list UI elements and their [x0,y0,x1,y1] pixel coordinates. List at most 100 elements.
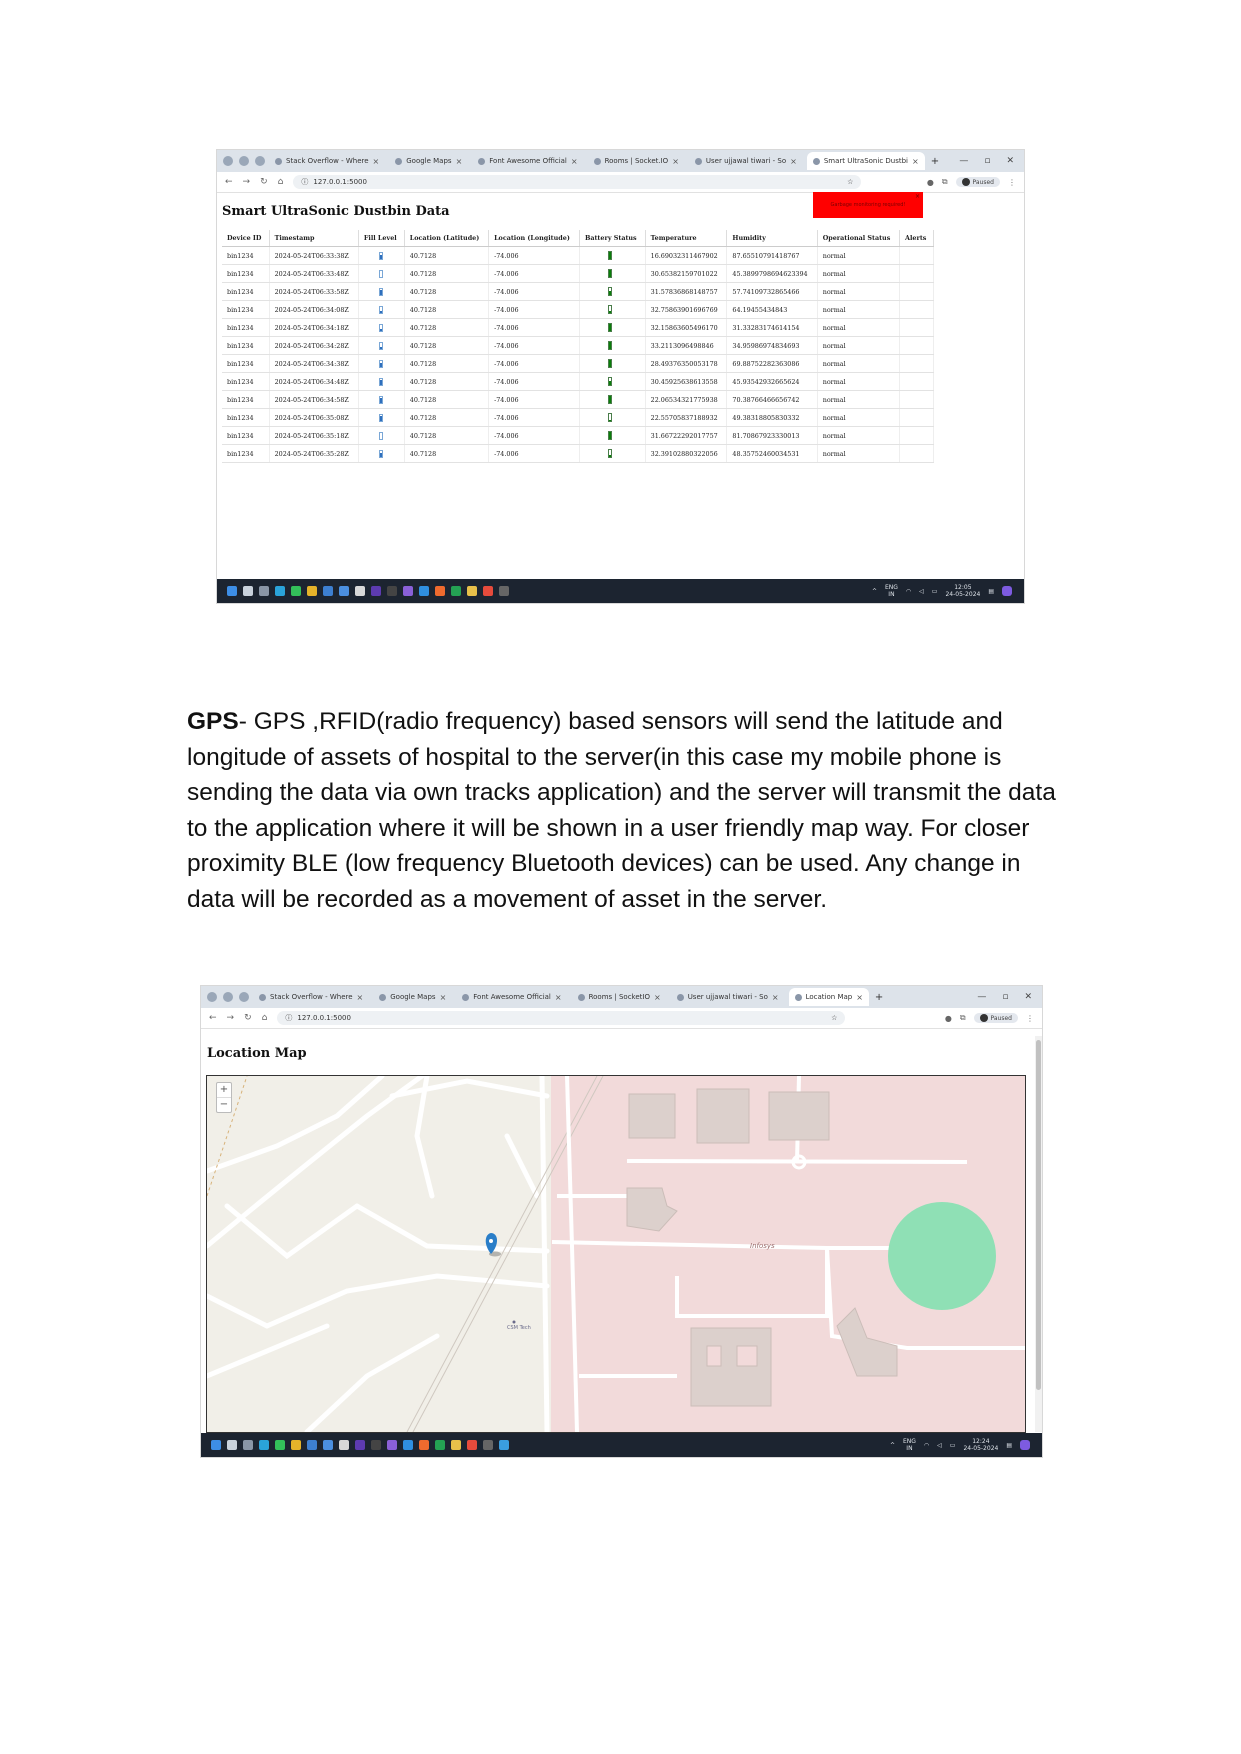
home-icon[interactable]: ⌂ [278,177,284,187]
copilot-icon[interactable] [1002,586,1012,596]
file-explorer-icon[interactable] [467,586,477,596]
tab-search-icon[interactable] [223,156,233,166]
whatsapp-icon[interactable] [275,1440,285,1450]
tab-google-maps[interactable]: Google Maps × [373,988,452,1006]
notification-icon[interactable]: ▤ [1006,1442,1012,1449]
language-indicator[interactable]: ENG IN [885,584,898,598]
reload-icon[interactable]: ↻ [244,1013,252,1023]
close-icon[interactable]: × [571,157,578,166]
file-explorer-icon[interactable] [451,1440,461,1450]
language-indicator[interactable]: ENG IN [903,1438,916,1452]
app-a-icon[interactable] [339,586,349,596]
close-icon[interactable]: × [555,993,562,1002]
close-window-button[interactable]: ✕ [1024,992,1032,1002]
reload-icon[interactable]: ↻ [260,177,268,187]
github-desktop-icon[interactable] [387,1440,397,1450]
scrollbar-thumb[interactable] [1036,1040,1041,1390]
vscode-icon[interactable] [403,1440,413,1450]
close-icon[interactable]: × [856,993,863,1002]
notes-icon[interactable] [323,586,333,596]
extensions-puzzle-icon[interactable]: ⧉ [960,1013,966,1023]
clock[interactable]: 12:24 24-05-2024 [963,1438,998,1452]
chevron-up-icon[interactable]: ^ [872,588,877,595]
chrome-icon[interactable] [291,1440,301,1450]
search-icon[interactable] [227,1440,237,1450]
whatsapp-icon[interactable] [291,586,301,596]
extension-icon[interactable]: ● [945,1014,952,1023]
telegram-icon[interactable] [275,586,285,596]
windows-start-icon[interactable] [211,1440,221,1450]
new-tab-button[interactable]: + [875,992,883,1003]
close-icon[interactable]: × [654,993,661,1002]
close-icon[interactable]: × [440,993,447,1002]
close-icon[interactable]: × [672,157,679,166]
wifi-icon[interactable]: ◠ [924,1442,929,1449]
tab-dustbin[interactable]: Smart UltraSonic Dustbi × [806,152,925,170]
profile-paused-badge[interactable]: Paused [973,1013,1018,1023]
volume-icon[interactable]: ◁ [937,1442,942,1449]
chrome-active-icon[interactable] [483,586,493,596]
vscode-icon[interactable] [419,586,429,596]
tab-google-maps[interactable]: Google Maps × [389,152,468,170]
forward-icon[interactable]: → [243,177,251,187]
search-icon[interactable] [243,586,253,596]
telegram-icon[interactable] [259,1440,269,1450]
notes-icon[interactable] [307,1440,317,1450]
terminal-icon[interactable] [371,1440,381,1450]
minimize-button[interactable]: — [977,992,986,1002]
app-a-icon[interactable] [323,1440,333,1450]
extensions-puzzle-icon[interactable]: ⧉ [942,177,948,187]
postman-icon[interactable] [435,586,445,596]
tab-user-profile[interactable]: User ujjawal tiwari - So × [671,988,785,1006]
extension-icon[interactable]: ● [927,178,934,187]
tab-socketio[interactable]: Rooms | Socket.IO × [588,152,685,170]
chrome-icon[interactable] [307,586,317,596]
bookmark-star-icon[interactable]: ☆ [831,1014,837,1022]
close-icon[interactable]: × [772,993,779,1002]
copilot-icon[interactable] [1020,1440,1030,1450]
close-icon[interactable]: × [790,157,797,166]
github-desktop-icon[interactable] [403,586,413,596]
workspace-icon[interactable] [255,156,265,166]
tab-search-icon[interactable] [207,992,217,1002]
excel-icon[interactable] [451,586,461,596]
github-icon[interactable] [223,992,233,1002]
close-window-button[interactable]: ✕ [1006,156,1014,166]
chrome-dev-icon[interactable] [339,1440,349,1450]
excel-icon[interactable] [435,1440,445,1450]
chrome-active-icon[interactable] [467,1440,477,1450]
task-view-icon[interactable] [259,586,269,596]
forward-icon[interactable]: → [227,1013,235,1023]
workspace-icon[interactable] [239,992,249,1002]
close-icon[interactable]: × [456,157,463,166]
bookmark-star-icon[interactable]: ☆ [847,178,853,186]
back-icon[interactable]: ← [209,1013,217,1023]
task-view-icon[interactable] [243,1440,253,1450]
minimize-button[interactable]: — [959,156,968,166]
ide-icon[interactable] [355,1440,365,1450]
tab-stackoverflow[interactable]: Stack Overflow - Where × [269,152,385,170]
battery-icon[interactable]: ▭ [932,588,938,595]
tab-stackoverflow[interactable]: Stack Overflow - Where × [253,988,369,1006]
tab-font-awesome[interactable]: Font Awesome Official × [472,152,583,170]
chrome-dev-icon[interactable] [355,586,365,596]
postman-icon[interactable] [419,1440,429,1450]
wifi-icon[interactable]: ◠ [906,588,911,595]
tab-location-map[interactable]: Location Map × [788,988,869,1006]
restore-button[interactable]: ▫ [984,156,990,166]
close-icon[interactable]: × [912,157,919,166]
battery-icon[interactable]: ▭ [950,1442,956,1449]
zoom-in-button[interactable]: + [217,1083,231,1098]
volume-icon[interactable]: ◁ [919,588,924,595]
profile-paused-badge[interactable]: Paused [955,177,1000,187]
close-icon[interactable]: × [373,157,380,166]
home-icon[interactable]: ⌂ [262,1013,268,1023]
github-icon[interactable] [239,156,249,166]
cmd-icon[interactable] [499,586,509,596]
page-scrollbar[interactable] [1035,1036,1042,1432]
new-tab-button[interactable]: + [931,156,939,167]
tab-font-awesome[interactable]: Font Awesome Official × [456,988,567,1006]
zoom-out-button[interactable]: − [217,1098,231,1112]
site-info-icon[interactable]: ⓘ [301,177,308,187]
notification-icon[interactable]: ▤ [988,588,994,595]
